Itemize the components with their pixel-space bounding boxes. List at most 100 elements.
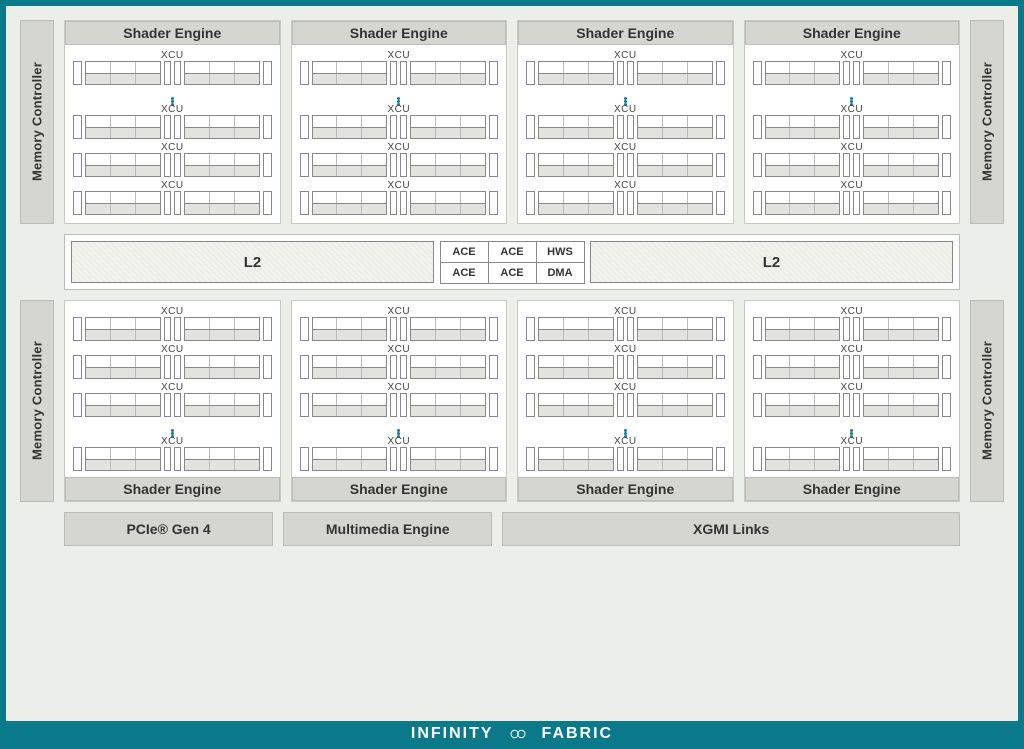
ace-cell: ACE [488, 241, 537, 263]
xcu-body [300, 355, 499, 379]
xcu-body [526, 115, 725, 139]
xcu-body [300, 115, 499, 139]
ace-cell: ACE [488, 262, 537, 284]
shader-engine-title: Shader Engine [745, 21, 960, 45]
xcu-block: XCU [300, 51, 499, 85]
shader-engine: Shader Engine XCU XCU XCU XCU [291, 20, 508, 224]
xcu-block: XCU [300, 143, 499, 177]
xcu-label: XCU [161, 307, 184, 317]
shader-engine: Shader EngineXCUXCUXCUXCU [744, 20, 961, 224]
xcu-label: XCU [161, 181, 184, 191]
xcu-block: XCU [73, 345, 272, 379]
xcu-body [300, 447, 499, 471]
xcu-label: XCU [161, 143, 184, 153]
xcu-stack: XCUXCUXCUXCU [753, 307, 952, 471]
shader-engine: Shader EngineXCUXCUXCUXCU [744, 300, 961, 502]
xcu-body [73, 191, 272, 215]
xcu-label: XCU [387, 143, 410, 153]
shader-engine-group-bottom: Shader EngineXCUXCUXCUXCUShader EngineXC… [64, 300, 960, 502]
shader-engine: Shader EngineXCUXCUXCUXCU [517, 300, 734, 502]
xcu-block: XCU [526, 105, 725, 139]
xcu-label: XCU [387, 51, 410, 61]
xcu-body [300, 61, 499, 85]
xcu-body [753, 153, 952, 177]
command-block-grid: ACE ACE HWS ACE ACE DMA [440, 241, 584, 283]
shader-engine: Shader EngineXCUXCUXCUXCU [64, 20, 281, 224]
xcu-body [300, 317, 499, 341]
ellipsis-icon [300, 89, 499, 101]
xcu-body [73, 115, 272, 139]
xcu-block: XCU [753, 307, 952, 341]
xcu-block: XCU [753, 181, 952, 215]
ellipsis-icon [526, 89, 725, 101]
xcu-block: XCU [73, 51, 272, 85]
xcu-label: XCU [614, 105, 637, 115]
memory-controller-bottom-right: Memory Controller [970, 300, 1004, 502]
xcu-label: XCU [614, 437, 637, 447]
xgmi-links-block: XGMI Links [502, 512, 960, 546]
xcu-label: XCU [840, 383, 863, 393]
xcu-label: XCU [614, 307, 637, 317]
xcu-block: XCU [300, 383, 499, 417]
dma-cell: DMA [536, 262, 585, 284]
pcie-block: PCIe® Gen 4 [64, 512, 273, 546]
xcu-body [753, 355, 952, 379]
ace-cell: ACE [440, 262, 489, 284]
xcu-label: XCU [387, 437, 410, 447]
xcu-block: XCU [300, 105, 499, 139]
xcu-label: XCU [614, 143, 637, 153]
shader-engine-title: Shader Engine [292, 21, 507, 45]
xcu-label: XCU [840, 143, 863, 153]
xcu-label: XCU [387, 383, 410, 393]
xcu-body [753, 447, 952, 471]
xcu-body [753, 115, 952, 139]
xcu-stack: XCUXCUXCUXCU [300, 307, 499, 471]
xcu-stack: XCUXCUXCUXCU [73, 51, 272, 215]
xcu-label: XCU [161, 345, 184, 355]
xcu-block: XCU [526, 383, 725, 417]
ellipsis-icon [753, 421, 952, 433]
xcu-block: XCU [300, 307, 499, 341]
l2-cache-right: L2 [590, 241, 953, 283]
ellipsis-icon [73, 421, 272, 433]
xcu-body [526, 447, 725, 471]
xcu-block: XCU [73, 437, 272, 471]
xcu-body [753, 61, 952, 85]
xcu-label: XCU [614, 345, 637, 355]
shader-engine-title: Shader Engine [518, 21, 733, 45]
infinity-fabric-frame: Memory Controller Shader EngineXCUXCUXCU… [0, 0, 1024, 749]
xcu-body [73, 317, 272, 341]
xcu-label: XCU [840, 345, 863, 355]
shader-engine-title: Shader Engine [65, 21, 280, 45]
xcu-block: XCU [73, 307, 272, 341]
io-bar: PCIe® Gen 4 Multimedia Engine XGMI Links [20, 512, 1004, 546]
ellipsis-icon [300, 421, 499, 433]
bottom-row: Memory Controller Shader EngineXCUXCUXCU… [20, 300, 1004, 502]
xcu-stack: XCU XCU XCU XCU [300, 51, 499, 215]
xcu-body [526, 61, 725, 85]
xcu-block: XCU [526, 51, 725, 85]
multimedia-engine-block: Multimedia Engine [283, 512, 492, 546]
xcu-block: XCU [73, 383, 272, 417]
xcu-label: XCU [614, 181, 637, 191]
memory-controller-top-right: Memory Controller [970, 20, 1004, 224]
footer-word-right: FABRIC [542, 725, 614, 743]
xcu-block: XCU [753, 143, 952, 177]
xcu-label: XCU [840, 181, 863, 191]
xcu-block: XCU [526, 437, 725, 471]
xcu-stack: XCU XCU XCU XCU [526, 51, 725, 215]
infinity-icon [504, 727, 532, 741]
memory-controller-bottom-left: Memory Controller [20, 300, 54, 502]
xcu-label: XCU [840, 307, 863, 317]
shader-engine-title: Shader Engine [65, 477, 280, 501]
xcu-block: XCU [300, 181, 499, 215]
ace-cell: ACE [440, 241, 489, 263]
xcu-label: XCU [614, 383, 637, 393]
xcu-block: XCU [300, 437, 499, 471]
xcu-block: XCU [526, 345, 725, 379]
xcu-label: XCU [161, 437, 184, 447]
xcu-stack: XCU XCU XCU XCU [526, 307, 725, 471]
xcu-stack: XCUXCUXCUXCU [753, 51, 952, 215]
ellipsis-icon [73, 89, 272, 101]
xcu-label: XCU [387, 307, 410, 317]
